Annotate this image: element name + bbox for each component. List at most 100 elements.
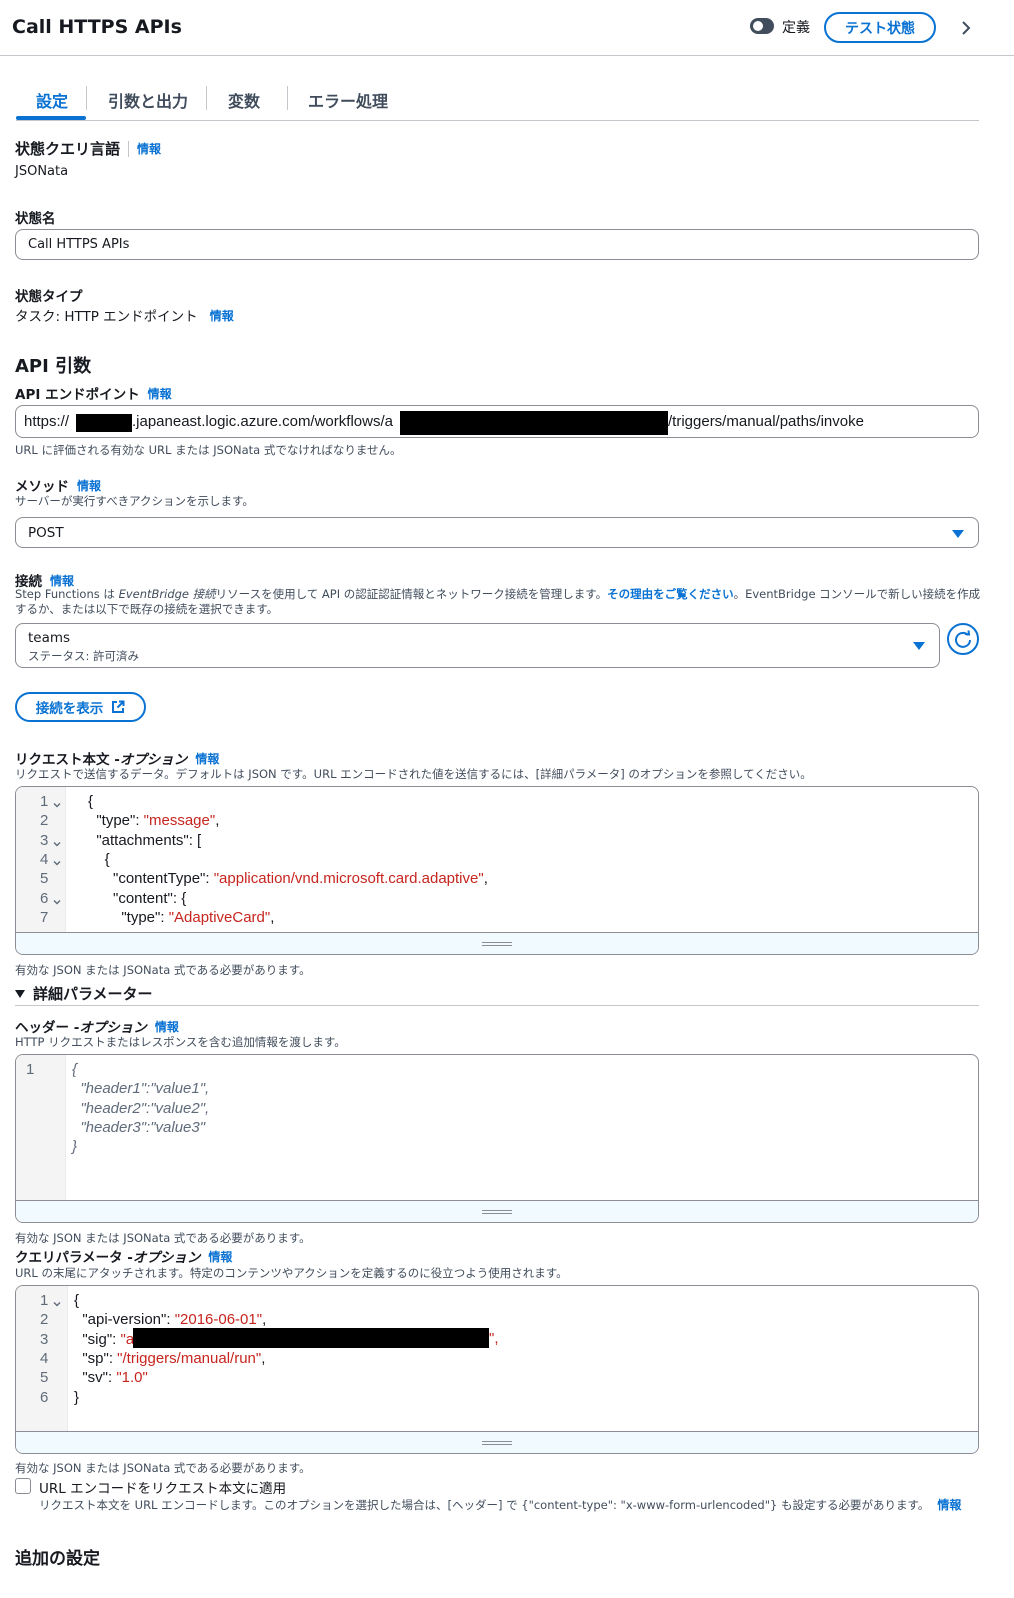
code-line: "attachments": [	[88, 831, 202, 849]
fold-chevron-icon[interactable]	[53, 798, 61, 808]
connection-select[interactable]: teams ステータス: 許可済み	[15, 623, 940, 668]
caret-down-icon	[15, 989, 25, 998]
state-type-row: タスク: HTTP エンドポイント 情報	[15, 305, 234, 326]
fold-chevron-icon[interactable]	[53, 1297, 61, 1307]
method-select[interactable]: POST	[15, 517, 979, 548]
endpoint-middle: .japaneast.logic.azure.com/workflows/a	[132, 413, 393, 430]
redacted-block	[133, 1328, 489, 1348]
tab-separator	[86, 86, 87, 110]
fold-chevron-icon[interactable]	[53, 895, 61, 904]
tab-error-handling[interactable]: エラー処理	[308, 88, 388, 112]
additional-heading: 追加の設定	[15, 1549, 100, 1569]
redacted-block	[76, 414, 132, 432]
query-language-label-row: 状態クエリ言語 情報	[15, 138, 161, 159]
resize-handle[interactable]	[16, 932, 978, 954]
placeholder-line: "header3":"value3"	[72, 1118, 206, 1136]
resize-handle[interactable]	[16, 1431, 978, 1453]
connection-desc: Step Functions は EventBridge 接続リソースを使用して…	[15, 587, 985, 617]
tab-settings[interactable]: 設定	[36, 88, 68, 112]
fold-chevron-icon[interactable]	[53, 856, 61, 866]
code-line: {	[88, 850, 110, 868]
resize-handle[interactable]	[16, 1200, 978, 1222]
caret-down-icon	[913, 642, 925, 650]
learn-why-link[interactable]: その理由をご覧ください	[607, 587, 734, 601]
chevron-right-icon[interactable]	[958, 18, 974, 38]
tab-variables[interactable]: 変数	[228, 88, 260, 112]
query-label: クエリパラメータ -	[15, 1250, 133, 1266]
endpoint-label-row: API エンドポイント 情報	[15, 383, 172, 404]
headers-editor[interactable]: 1 { "header1":"value1", "header2":"value…	[15, 1054, 979, 1223]
line-gutter	[16, 1055, 66, 1200]
info-link[interactable]: 情報	[137, 140, 161, 157]
info-link[interactable]: 情報	[937, 1496, 961, 1513]
url-encode-desc-row: リクエスト本文を URL エンコードします。このオプションを選択した場合は、[ヘ…	[39, 1496, 961, 1513]
headers-label-optional: オプション	[79, 1020, 147, 1036]
body-editor[interactable]: 1 {2 "type": "message", 3 "attachments": […	[15, 786, 979, 955]
headers-label: ヘッダー -	[15, 1020, 80, 1036]
test-state-button[interactable]: テスト状態	[824, 12, 936, 43]
info-link[interactable]: 情報	[155, 1018, 179, 1035]
view-connection-button[interactable]: 接続を表示	[15, 692, 146, 722]
state-name-input[interactable]: Call HTTPS APIs	[15, 229, 979, 260]
headers-hint: 有効な JSON または JSONata 式である必要があります。	[15, 1231, 311, 1245]
caret-down-icon	[952, 530, 964, 538]
info-link[interactable]: 情報	[77, 477, 101, 494]
connection-desc-text: 。EventBridge コンソールで新しい接続を作成	[733, 587, 981, 601]
endpoint-suffix: /triggers/manual/paths/invoke	[668, 413, 864, 430]
api-args-heading: API 引数	[15, 356, 92, 377]
info-link[interactable]: 情報	[50, 572, 74, 589]
endpoint-prefix: https://	[24, 413, 70, 430]
redacted-block	[400, 411, 668, 435]
line-number: 5	[40, 1369, 49, 1387]
code-line: {	[74, 1292, 80, 1309]
code-line: "sp": "/triggers/manual/run",	[74, 1349, 266, 1367]
code-line: "type": "AdaptiveCard",	[88, 908, 275, 926]
query-label-row: クエリパラメータ - オプション 情報	[15, 1246, 232, 1267]
body-label-optional: オプション	[119, 752, 188, 768]
line-number: 1	[40, 1292, 49, 1309]
toggle-knob	[753, 21, 763, 31]
url-encode-label[interactable]: URL エンコードをリクエスト本文に適用	[39, 1477, 286, 1497]
line-number: 2	[40, 1311, 49, 1329]
code-line: {	[88, 793, 94, 810]
connection-value: teams	[28, 630, 71, 646]
placeholder-line: "header2":"value2",	[72, 1099, 210, 1117]
info-link[interactable]: 情報	[148, 385, 172, 402]
label-divider	[128, 140, 130, 157]
query-editor[interactable]: 1 {2 "api-version": "2016-06-01", 3 "sig":…	[15, 1285, 979, 1454]
line-number: 4	[40, 850, 49, 868]
line-number: 1	[40, 793, 49, 810]
line-number: 3	[40, 1330, 49, 1348]
endpoint-hint: URL に評価される有効な URL または JSONata 式でなければなりませ…	[15, 443, 402, 457]
query-language-label: 状態クエリ言語	[15, 140, 121, 158]
connection-desc-text: するか、または以下で既存の接続を選択できます。	[15, 602, 279, 616]
code-line: }	[74, 1388, 80, 1406]
code-line: "sv": "1.0"	[74, 1369, 148, 1387]
info-link[interactable]: 情報	[210, 307, 234, 324]
definition-toggle[interactable]	[750, 18, 774, 34]
code-line: "api-version": "2016-06-01",	[74, 1311, 267, 1329]
headers-label-row: ヘッダー - オプション 情報	[15, 1016, 179, 1037]
query-language-value: JSONata	[15, 164, 69, 179]
connection-desc-em: EventBridge 接続	[118, 587, 216, 601]
query-label-optional: オプション	[132, 1250, 201, 1266]
info-link[interactable]: 情報	[208, 1248, 232, 1265]
advanced-heading: 詳細パラメーター	[33, 985, 153, 1003]
refresh-icon[interactable]	[947, 623, 979, 655]
state-type-label: 状態タイプ	[15, 289, 83, 305]
test-state-label: テスト状態	[845, 20, 915, 37]
line-number: 2	[40, 812, 49, 830]
method-label: メソッド	[15, 479, 69, 495]
endpoint-input[interactable]: https:// .japaneast.logic.azure.com/work…	[15, 405, 979, 438]
code-line: "content": {	[88, 889, 187, 907]
line-number: 5	[40, 870, 49, 888]
url-encode-checkbox[interactable]	[15, 1478, 31, 1494]
code-line: "sig": "a	[74, 1330, 135, 1348]
advanced-section-toggle[interactable]: 詳細パラメーター	[15, 983, 153, 1004]
body-label-row: リクエスト本文 - オプション 情報	[15, 748, 219, 769]
info-link[interactable]: 情報	[195, 750, 219, 767]
sig-value-end: ",	[489, 1330, 499, 1347]
external-link-icon	[111, 700, 125, 714]
fold-chevron-icon[interactable]	[53, 837, 61, 847]
tab-arguments-output[interactable]: 引数と出力	[108, 88, 188, 112]
